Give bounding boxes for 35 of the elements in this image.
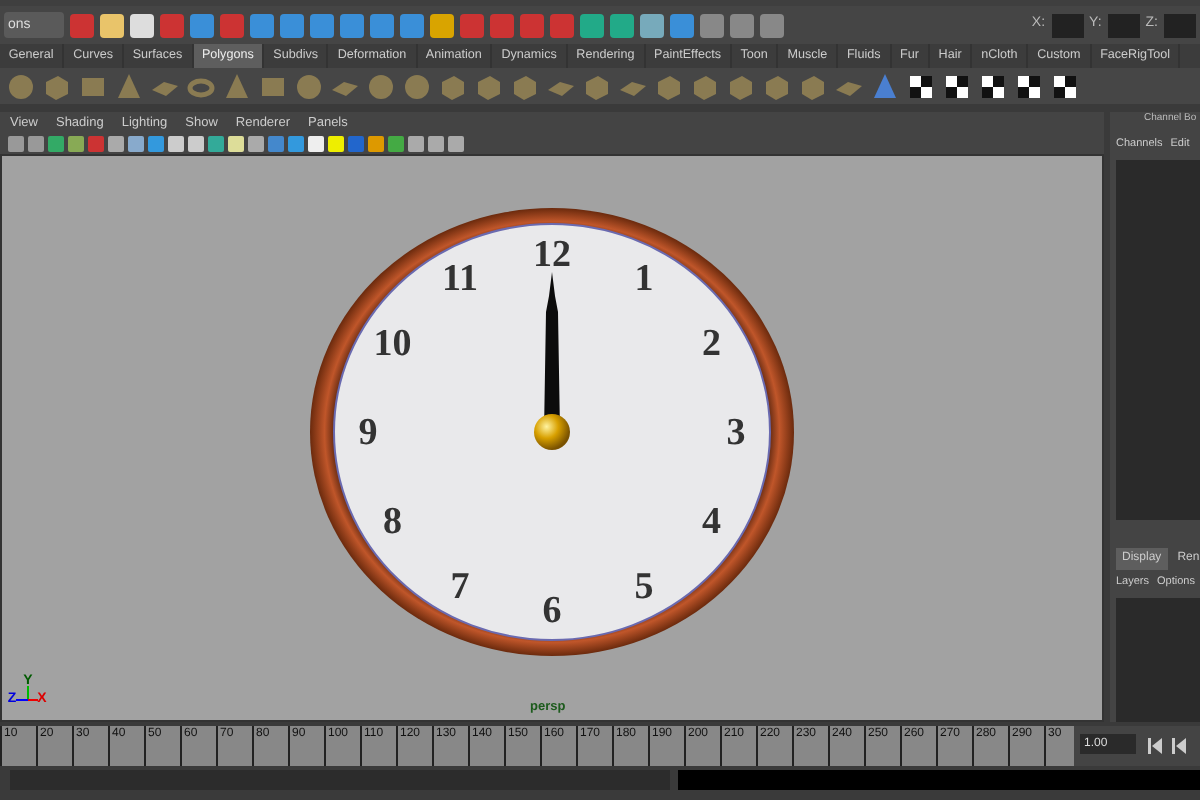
- layer-list-area: [1116, 598, 1200, 722]
- sphere-icon[interactable]: [6, 71, 36, 101]
- clock-numeral: 4: [701, 501, 721, 543]
- coordinate-field[interactable]: [1107, 13, 1140, 37]
- checker-icon[interactable]: [942, 71, 972, 101]
- tool-icon[interactable]: [100, 13, 124, 37]
- checker-icon[interactable]: [1050, 71, 1080, 101]
- coordinate-field[interactable]: [1051, 13, 1084, 37]
- tool-icon[interactable]: [610, 13, 634, 37]
- axis-indicator-icon: [15, 685, 39, 701]
- skip-to-start-icon[interactable]: [1146, 738, 1162, 754]
- sphere-icon[interactable]: [294, 71, 324, 101]
- clock-numeral: 9: [358, 412, 378, 454]
- clock-numeral: 10: [373, 323, 412, 365]
- clock-numeral: 8: [383, 501, 403, 543]
- step-back-icon[interactable]: [1170, 738, 1186, 754]
- clock-numeral: 12: [533, 234, 571, 276]
- sphere-icon[interactable]: [402, 71, 432, 101]
- tool-icon[interactable]: [580, 13, 604, 37]
- clock-center-ball: [534, 414, 570, 450]
- clock-numeral: 6: [542, 590, 562, 632]
- checker-icon[interactable]: [906, 71, 936, 101]
- tool-icon[interactable]: [430, 13, 454, 37]
- clock-numeral: 11: [442, 257, 478, 300]
- clock-numeral: 5: [634, 566, 654, 609]
- checker-icon[interactable]: [978, 71, 1008, 101]
- sphere-icon[interactable]: [366, 71, 396, 101]
- tool-icon[interactable]: [640, 13, 664, 37]
- clock-numeral: 7: [450, 566, 470, 609]
- clock-numeral: 2: [701, 323, 721, 365]
- tool-icon[interactable]: [130, 13, 154, 37]
- coordinate-field[interactable]: [1164, 13, 1196, 37]
- clock-numeral: 3: [726, 412, 746, 454]
- checker-icon[interactable]: [1014, 71, 1044, 101]
- clock-numeral: 1: [634, 257, 654, 300]
